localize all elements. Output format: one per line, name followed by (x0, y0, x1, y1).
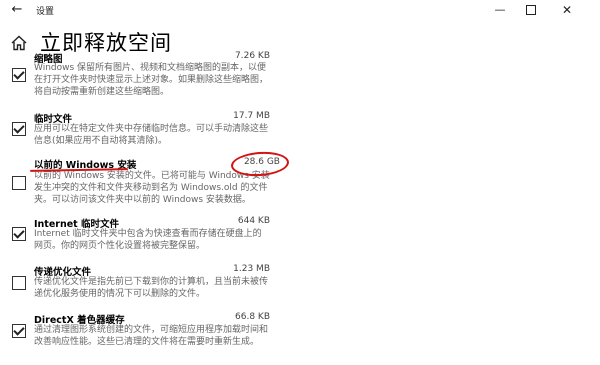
close-button[interactable]: ✕ (556, 1, 578, 19)
row-size-internet-temp: 644 KB (237, 216, 270, 226)
checkbox-internet-temp[interactable] (12, 227, 26, 241)
checkbox-previous-windows[interactable] (12, 176, 26, 190)
row-size-delivery-optimization: 1.23 MB (233, 264, 270, 274)
checkbox-temp-files[interactable] (12, 122, 26, 136)
row-size-directx-cache: 66.8 KB (235, 312, 270, 322)
title-bar: ← 设置 — ✕ (0, 0, 600, 22)
annotation-circle (230, 150, 290, 178)
row-size-temp-files: 17.7 MB (233, 111, 270, 121)
window-title: 设置 (36, 7, 55, 17)
row-desc-internet-temp: Internet 临时文件夹中包含为快速查看而存储在硬盘上的网页。你的网页个性化… (34, 229, 262, 251)
minimize-button[interactable]: — (490, 1, 510, 19)
row-desc-delivery-optimization: 传递优化文件是指先前已下载到你的计算机，且当前未被传递优化服务使用的情况下可以删… (34, 277, 269, 299)
checkbox-directx-cache[interactable] (12, 324, 26, 338)
row-desc-directx-cache: 通过清理图形系统创建的文件，可缩短应用程序加载时间和改善响应性能。这些已清理的文… (34, 325, 269, 347)
back-arrow-icon[interactable]: ← (8, 2, 26, 18)
checkbox-delivery-optimization[interactable] (12, 276, 26, 290)
maximize-button[interactable] (521, 1, 541, 19)
row-desc-temp-files: 应用可以在特定文件夹中存储临时信息。可以手动清除这些信息(如果应用不自动将其清除… (34, 124, 269, 146)
row-desc-previous-windows: 以前的 Windows 安装的文件。已将可能与 Windows 安装发生冲突的文… (34, 171, 270, 205)
row-size-thumbnails: 7.26 KB (235, 51, 270, 61)
checkbox-thumbnails[interactable] (12, 68, 26, 82)
row-desc-thumbnails: Windows 保留所有图片、视频和文档缩略图的副本，以便在打开文件夹时快速显示… (34, 63, 269, 97)
home-icon[interactable] (10, 34, 28, 52)
